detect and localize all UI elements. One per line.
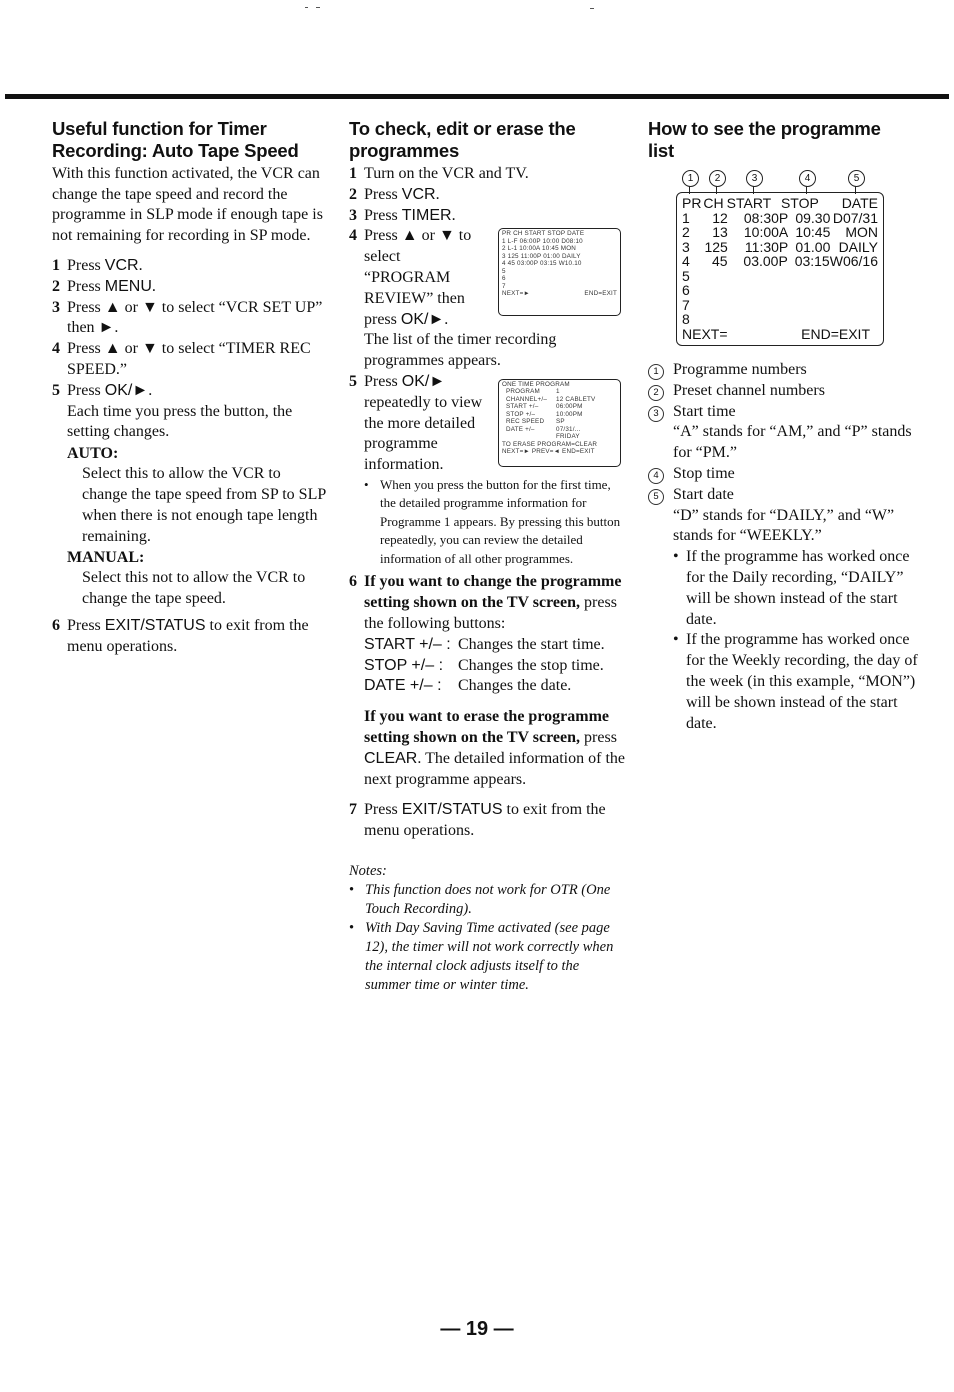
page-number: — 19 — <box>440 1318 514 1340</box>
legend-item: 4 Stop time <box>648 464 918 485</box>
scan-speck <box>590 8 594 9</box>
scan-speck <box>316 7 320 8</box>
legend: 1 Programme numbers 2 Preset channel numbe… <box>648 360 918 734</box>
note-item: • With Day Saving Time activated (see pag… <box>349 920 614 994</box>
screen-row: 2 13 10:00A 10:45 MON <box>682 224 878 240</box>
step-4: 4 Press ▲ or ▼ to select “TIMER REC SPEED… <box>52 340 311 378</box>
screen-footer: NEXT= END=EXIT <box>682 325 870 342</box>
screen-header-row: PR CH START STOP DATE <box>682 195 878 211</box>
button-row-stop: STOP +/– : Changes the stop time. <box>364 656 604 674</box>
step-1: 1 Turn on the VCR and TV. <box>349 165 529 182</box>
legend-item: 2 Preset channel numbers <box>648 381 918 402</box>
screen-row: 7 <box>682 296 690 313</box>
section-title: To check, edit or erase the programmes <box>349 118 576 161</box>
tv-screen-program-list: PR CH START STOP DATE 1 L-F 06:00P 10:00… <box>498 228 621 317</box>
step-4-result: The list of the timer recording programm… <box>364 331 557 370</box>
legend-item: 1 Programme numbers <box>648 360 918 381</box>
step-2: 2 Press MENU. <box>52 277 156 295</box>
step-1: 1 Press VCR. <box>52 257 143 274</box>
option-manual-label: MANUAL: <box>67 549 145 567</box>
step-4-block: 4 Press ▲ or ▼ to select “PROGRAM REVIEW… <box>349 226 627 330</box>
scan-speck <box>305 7 308 8</box>
header-rule <box>5 94 949 99</box>
legend-note: “A” stands for “AM,” and “P” stands for … <box>673 423 912 462</box>
screen-row: 4 45 03.00P 03:15 W06/16 <box>682 253 878 269</box>
tv-screen-program-detail: ONE TIME PROGRAM PROGRAM 1 CHANNEL+/– 12 C… <box>498 378 621 467</box>
legend-bullet: • If the programme has worked once for th… <box>673 631 918 732</box>
option-auto-text: Select this to allow the VCR to change t… <box>82 465 326 545</box>
screen-row: 3 125 11:30P 01.00 DAILY <box>682 238 878 255</box>
button-row-start: START +/– : Changes the start time. <box>364 635 605 653</box>
erase-instructions: If you want to erase the programme setti… <box>364 708 625 788</box>
notes: Notes: • This function does not work for … <box>349 862 627 995</box>
step-6: 6 Press EXIT/STATUS to exit from the menu… <box>52 616 309 655</box>
intro-paragraph: With this function activated, the VCR ca… <box>52 165 323 244</box>
legend-note: “D” stands for “DAILY,” and “W” stands f… <box>673 506 895 545</box>
screen-row: 5 <box>682 267 690 284</box>
step-5-detail: Each time you press the button, the sett… <box>67 402 293 441</box>
step-2: 2 Press VCR. <box>349 185 440 203</box>
screen-row: 6 <box>682 282 690 298</box>
step-5-block: 5 Press OK/► repeatedly to view the more… <box>349 372 627 476</box>
callout-3: 3 <box>746 170 763 187</box>
step-3: 3 Press ▲ or ▼ to select “VCR SET UP” the… <box>52 298 323 337</box>
note-item: • This function does not work for OTR (On… <box>349 882 611 918</box>
callout-4: 4 <box>799 170 816 187</box>
notes-title: Notes: <box>349 863 387 880</box>
option-auto-label: AUTO: <box>67 445 119 463</box>
screen-row: 1 12 08:30P 09.30 D07/31 <box>682 209 878 226</box>
callout-5: 5 <box>848 170 865 187</box>
legend-bullet: • If the programme has worked once for th… <box>673 548 910 628</box>
callout-1: 1 <box>682 170 699 187</box>
legend-item: 3 Start time <box>648 402 918 423</box>
option-manual-text: Select this not to allow the VCR to chan… <box>82 569 306 608</box>
callout-2: 2 <box>709 170 726 187</box>
section-title: How to see the programme list <box>648 118 881 161</box>
check-edit-erase-section: To check, edit or erase the programmes 1… <box>349 118 627 995</box>
legend-item: 5 Start date <box>648 485 918 506</box>
tv-screen-programme-list: PR CH START STOP DATE 1 12 08:30P 09.30 D07/31 2… <box>676 192 884 346</box>
screen-row: 8 <box>682 311 690 327</box>
step-3: 3 Press TIMER. <box>349 206 456 224</box>
step-7: 7 Press EXIT/STATUS to exit from the menu… <box>349 801 606 840</box>
button-row-date: DATE +/– : Changes the date. <box>364 677 572 695</box>
programme-list-section: How to see the programme list 1 2 3 4 5 … <box>648 118 918 818</box>
step-5: 5 Press OK/►. <box>52 381 153 399</box>
auto-tape-speed-section: Useful function for Timer Recording: Aut… <box>52 118 330 658</box>
section-title: Useful function for Timer Recording: Aut… <box>52 118 299 161</box>
step-5-note: • When you press the button for the first… <box>364 476 621 566</box>
step-6: 6 If you want to change the programme set… <box>349 573 622 633</box>
